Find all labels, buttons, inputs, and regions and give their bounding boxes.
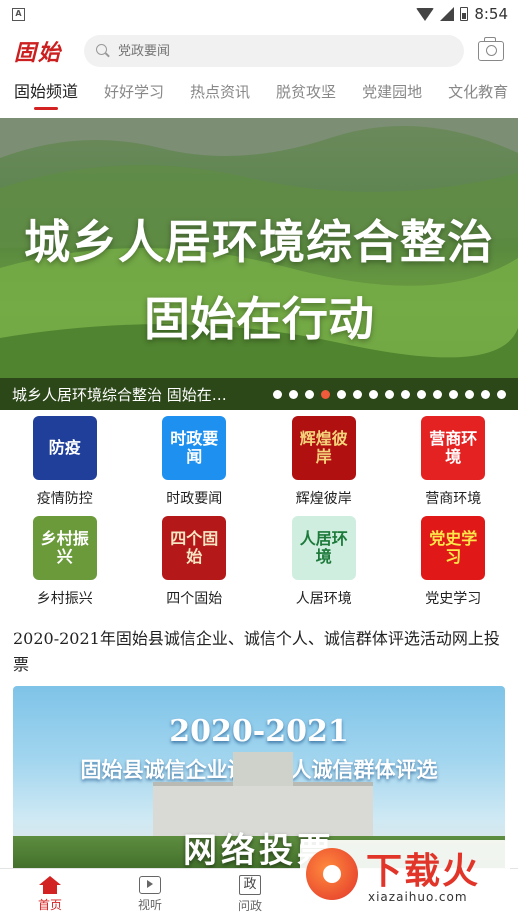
nav-wenzheng-label: 问政 [237, 899, 262, 913]
status-bar: A 8:54 [0, 0, 518, 28]
tab-0[interactable]: 固始频道 [14, 74, 78, 118]
tab-4[interactable]: 党建园地 [362, 74, 422, 118]
grid-item-4[interactable]: 乡村振兴 乡村振兴 [0, 516, 130, 608]
grid-item-2[interactable]: 辉煌彼岸 辉煌彼岸 [259, 416, 389, 508]
watermark-logo-icon [306, 848, 358, 900]
nav-video[interactable]: 视听 [100, 869, 200, 920]
grid-item-7[interactable]: 党史学习 党史学习 [389, 516, 518, 608]
grid-item-6[interactable]: 人居环境 人居环境 [259, 516, 389, 608]
app-header: 固始 [0, 28, 518, 74]
camera-icon[interactable] [478, 37, 504, 61]
tab-2[interactable]: 热点资讯 [190, 74, 250, 118]
carousel-dot[interactable] [401, 389, 410, 399]
clock: 8:54 [474, 5, 508, 23]
carousel-dot[interactable] [273, 389, 282, 399]
home-icon [39, 876, 61, 894]
carousel-dot[interactable] [497, 389, 506, 399]
grid-item-label: 乡村振兴 [36, 591, 93, 607]
article-title[interactable]: 2020-2021年固始县诚信企业、诚信个人、诚信群体评选活动网上投票 [13, 626, 502, 678]
banner-headline: 城乡人居环境综合整治 [24, 215, 494, 269]
carousel-dot[interactable] [369, 389, 378, 399]
article-image-year: 2020-2021 [169, 714, 349, 749]
mask-icon: 防疫 [32, 416, 97, 480]
grid-item-5[interactable]: 四个固始 四个固始 [130, 516, 260, 608]
grid-item-label: 四个固始 [166, 591, 223, 607]
glory-icon: 辉煌彼岸 [291, 416, 356, 480]
app-notification-icon: A [12, 7, 25, 21]
grid-item-label: 人居环境 [295, 591, 352, 607]
app-logo[interactable]: 固始 [14, 35, 70, 67]
banner-caption: 城乡人居环境综合整治 固始在行动 [12, 385, 234, 404]
grid-item-0[interactable]: 防疫 疫情防控 [0, 416, 130, 508]
carousel-dot[interactable] [321, 389, 330, 399]
wifi-icon [416, 7, 435, 21]
carousel-dot[interactable] [481, 389, 490, 399]
signal-icon [440, 7, 455, 21]
carousel-dot[interactable] [449, 389, 458, 399]
nav-home[interactable]: 首页 [0, 869, 100, 920]
search-icon [96, 44, 110, 58]
village-icon: 乡村振兴 [32, 516, 97, 580]
party-history-icon: 党史学习 [421, 516, 486, 580]
carousel-dot[interactable] [305, 389, 314, 399]
status-right: 8:54 [416, 5, 508, 23]
status-left: A [12, 7, 25, 21]
business-icon: 营商环境 [421, 416, 486, 480]
carousel-dot[interactable] [289, 389, 298, 399]
news-icon: 时政要闻 [162, 416, 227, 480]
tab-5[interactable]: 文化教育 [448, 74, 508, 118]
grid-item-label: 营商环境 [425, 491, 482, 507]
watermark-url: xiazaihuo.com [368, 890, 468, 904]
banner-caption-bar: 城乡人居环境综合整治 固始在行动 [0, 378, 518, 410]
grid-item-label: 时政要闻 [166, 491, 223, 507]
battery-icon [460, 7, 469, 21]
carousel-dot[interactable] [433, 389, 442, 399]
banner-subheadline: 固始在行动 [144, 292, 374, 346]
grid-item-3[interactable]: 营商环境 营商环境 [389, 416, 518, 508]
zheng-icon: 政 [239, 875, 261, 895]
banner-carousel[interactable]: 城乡人居环境综合整治 固始在行动 城乡人居环境综合整治 固始在行动 [0, 118, 518, 410]
four-gushi-icon: 四个固始 [162, 516, 227, 580]
carousel-indicator [273, 389, 506, 399]
carousel-dot[interactable] [465, 389, 474, 399]
grid-item-label: 辉煌彼岸 [295, 491, 352, 507]
channel-tabs: 固始频道 好好学习 热点资讯 脱贫攻坚 党建园地 文化教育 [0, 74, 518, 118]
search-bar[interactable] [84, 35, 464, 67]
grid-item-1[interactable]: 时政要闻 时政要闻 [130, 416, 260, 508]
carousel-dot[interactable] [337, 389, 346, 399]
tab-3[interactable]: 脱贫攻坚 [276, 74, 336, 118]
nav-wenzheng[interactable]: 政 问政 [200, 869, 300, 920]
grid-item-label: 党史学习 [425, 591, 482, 607]
living-environment-icon: 人居环境 [291, 516, 356, 580]
nav-home-label: 首页 [37, 898, 62, 912]
watermark: 下载火 xiazaihuo.com [300, 840, 510, 914]
grid-item-label: 疫情防控 [36, 491, 93, 507]
carousel-dot[interactable] [353, 389, 362, 399]
watermark-brand: 下载火 [366, 851, 481, 892]
search-input[interactable] [118, 43, 452, 59]
carousel-dot[interactable] [385, 389, 394, 399]
tab-1[interactable]: 好好学习 [104, 74, 164, 118]
feature-grid: 防疫 疫情防控 时政要闻 时政要闻 辉煌彼岸 辉煌彼岸 营商环境 营商环境 乡村振兴 乡村振兴 四个… [0, 416, 518, 608]
nav-video-label: 视听 [137, 898, 162, 912]
tv-icon [139, 876, 161, 894]
carousel-dot[interactable] [417, 389, 426, 399]
